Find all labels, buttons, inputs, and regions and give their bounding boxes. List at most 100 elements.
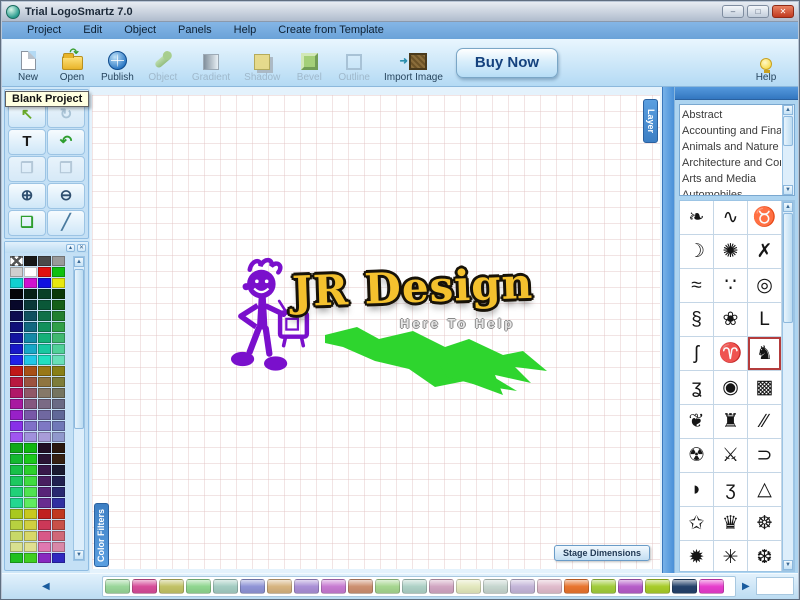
collapse-panel-icon[interactable]: ▴ [66, 244, 75, 252]
color-swatch[interactable] [24, 256, 37, 266]
scroll-thumb[interactable] [783, 213, 793, 323]
color-swatch[interactable] [10, 355, 23, 365]
logo-swoosh-graphic[interactable] [317, 321, 552, 401]
color-swatch[interactable] [38, 388, 51, 398]
color-filters-tab[interactable]: Color Filters [94, 503, 109, 567]
menu-object[interactable]: Object [113, 22, 167, 39]
style-swatch[interactable] [591, 579, 616, 594]
color-swatch[interactable] [52, 333, 65, 343]
color-swatch[interactable] [52, 553, 65, 563]
color-swatch[interactable] [52, 289, 65, 299]
color-swatch[interactable] [38, 344, 51, 354]
color-swatch[interactable] [52, 454, 65, 464]
color-swatch[interactable] [24, 476, 37, 486]
category-item[interactable]: Animals and Nature [682, 139, 781, 155]
color-swatch[interactable] [24, 377, 37, 387]
symbol-seahorse[interactable]: § [680, 303, 714, 337]
color-swatch[interactable] [24, 520, 37, 530]
color-swatch[interactable] [52, 520, 65, 530]
color-swatch[interactable] [38, 399, 51, 409]
color-swatch[interactable] [10, 344, 23, 354]
color-swatch[interactable] [52, 476, 65, 486]
color-swatch[interactable] [10, 289, 23, 299]
color-swatch[interactable] [24, 531, 37, 541]
symbol-squiggle[interactable]: ∿ [714, 201, 748, 235]
color-swatch[interactable] [52, 421, 65, 431]
style-swatch[interactable] [186, 579, 211, 594]
color-swatch[interactable] [10, 399, 23, 409]
maximize-button[interactable]: □ [747, 5, 769, 18]
color-swatch[interactable] [24, 487, 37, 497]
color-swatch[interactable] [38, 465, 51, 475]
symbol-radiation-fan[interactable]: ☢ [680, 439, 714, 473]
color-swatch[interactable] [38, 432, 51, 442]
zoom-out-tool[interactable]: ⊖ [47, 183, 85, 209]
color-swatch[interactable] [52, 432, 65, 442]
color-swatch[interactable] [24, 498, 37, 508]
bevel-button[interactable]: Bevel [287, 41, 331, 85]
symbol-arc-outline[interactable]: ⊃ [748, 439, 782, 473]
paste-tool[interactable]: ❒ [47, 156, 85, 182]
color-swatch[interactable] [10, 333, 23, 343]
close-panel-icon[interactable]: ✕ [77, 244, 86, 252]
style-swatch[interactable] [105, 579, 130, 594]
category-item[interactable]: Automobiles [682, 187, 781, 196]
color-swatch[interactable] [24, 399, 37, 409]
title-bar[interactable]: Trial LogoSmartz 7.0 –□✕ [2, 2, 798, 22]
style-swatch[interactable] [564, 579, 589, 594]
menu-project[interactable]: Project [16, 22, 72, 39]
color-swatch[interactable] [38, 267, 51, 277]
color-swatch[interactable] [24, 509, 37, 519]
color-swatch[interactable] [24, 410, 37, 420]
scroll-down-icon[interactable]: ▼ [783, 560, 793, 570]
style-swatch[interactable] [240, 579, 265, 594]
symbol-spiral-medallion[interactable]: ◉ [714, 371, 748, 405]
color-swatch[interactable] [10, 388, 23, 398]
color-swatch[interactable] [52, 300, 65, 310]
color-swatch[interactable] [38, 487, 51, 497]
menu-panels[interactable]: Panels [167, 22, 223, 39]
color-swatch[interactable] [38, 476, 51, 486]
duplicate-tool[interactable]: ❏ [8, 210, 46, 236]
style-swatch[interactable] [537, 579, 562, 594]
style-swatch[interactable] [618, 579, 643, 594]
color-swatch[interactable] [10, 366, 23, 376]
color-swatch[interactable] [24, 300, 37, 310]
color-swatch[interactable] [52, 256, 65, 266]
color-swatch[interactable] [10, 432, 23, 442]
color-swatch[interactable] [38, 454, 51, 464]
style-swatch[interactable] [483, 579, 508, 594]
panel-splitter[interactable] [662, 87, 674, 573]
color-swatch[interactable] [52, 267, 65, 277]
color-swatch[interactable] [52, 410, 65, 420]
design-canvas[interactable]: JR Design Here To Help Layer Color Filte… [92, 95, 660, 569]
layer-tab[interactable]: Layer [643, 99, 658, 143]
undo-tool[interactable]: ↶ [47, 129, 85, 155]
symbol-swirl-bird[interactable]: ☽ [680, 235, 714, 269]
menu-help[interactable]: Help [223, 22, 268, 39]
color-swatch[interactable] [10, 267, 23, 277]
style-swatch[interactable] [429, 579, 454, 594]
symbol-spiral-swirl[interactable]: ʒ [714, 473, 748, 507]
menu-edit[interactable]: Edit [72, 22, 113, 39]
style-swatch[interactable] [348, 579, 373, 594]
symbol-starburst[interactable]: ✳ [714, 541, 748, 572]
scroll-up-icon[interactable]: ▲ [783, 202, 793, 212]
color-swatch[interactable] [24, 465, 37, 475]
scroll-down-icon[interactable]: ▼ [783, 185, 793, 195]
text-tool[interactable]: T [8, 129, 46, 155]
palette-scrollbar[interactable]: ▲ ▼ [73, 256, 85, 561]
color-swatch[interactable] [38, 366, 51, 376]
color-swatch[interactable] [10, 465, 23, 475]
color-swatch[interactable] [52, 311, 65, 321]
symbol-ram-head[interactable]: ♈ [714, 337, 748, 371]
color-swatch[interactable] [38, 278, 51, 288]
symbol-animal-figure[interactable]: ♉ [748, 201, 782, 235]
color-swatch[interactable] [24, 542, 37, 552]
color-swatch[interactable] [52, 443, 65, 453]
minimize-button[interactable]: – [722, 5, 744, 18]
symbol-plug[interactable]: ◗ [680, 473, 714, 507]
color-swatch[interactable] [24, 366, 37, 376]
style-swatch[interactable] [456, 579, 481, 594]
strip-scroll-right-icon[interactable]: ▶ [742, 581, 750, 593]
